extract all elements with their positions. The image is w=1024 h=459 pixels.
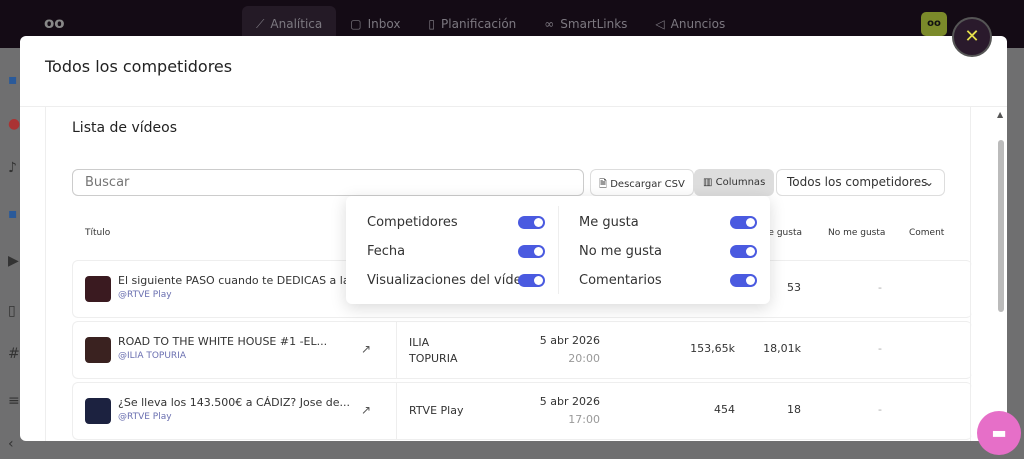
time-value: 20:00: [568, 352, 600, 365]
report-icon[interactable]: ▯: [8, 303, 16, 319]
header-title[interactable]: Título: [85, 228, 110, 238]
column-option-label: Visualizaciones del vídeo: [367, 273, 530, 288]
select-value: Todos los competidores: [787, 175, 928, 189]
video-user: @RTVE Play: [118, 290, 172, 300]
logo: oo: [44, 14, 65, 32]
likes-value: 18,01k: [763, 342, 801, 355]
hashtag-icon[interactable]: #: [8, 346, 20, 362]
dislikes-value: -: [878, 342, 882, 355]
search-input[interactable]: [72, 169, 584, 196]
competitor-name: ILIA TOPURIA: [409, 336, 458, 365]
table-row[interactable]: ROAD TO THE WHITE HOUSE #1 -EL... @ILIA …: [72, 321, 972, 379]
megaphone-icon: ◁: [655, 17, 665, 31]
video-title: ¿Se lleva los 143.500€ a CÁDIZ? Jose de.…: [118, 396, 350, 409]
dislikes-value: -: [878, 281, 882, 294]
toggle-competidores[interactable]: [518, 216, 545, 229]
collapse-icon[interactable]: ‹: [8, 436, 14, 452]
chat-bubble-icon: ▬: [991, 423, 1007, 442]
video-thumbnail: [85, 398, 111, 424]
nav-label: Inbox: [367, 17, 401, 31]
video-user: @ILIA TOPURIA: [118, 351, 187, 361]
column-option-label: Comentarios: [579, 273, 662, 288]
modal-title: Todos los competidores: [45, 57, 233, 76]
card-title: Lista de vídeos: [72, 120, 177, 136]
columns-button[interactable]: ▥ Columnas: [694, 169, 775, 196]
likes-value: 18: [787, 403, 801, 416]
views-value: 153,65k: [690, 342, 735, 355]
video-thumbnail: [85, 276, 111, 302]
linkedin-icon[interactable]: ▪: [8, 72, 18, 88]
video-user: @RTVE Play: [118, 412, 172, 422]
header-comments[interactable]: Coment: [909, 228, 944, 238]
chat-support-button[interactable]: ▬: [977, 411, 1021, 455]
button-label: Columnas: [715, 177, 766, 188]
nav-label: Anuncios: [670, 17, 726, 31]
calendar-icon: ▯: [428, 17, 436, 31]
likes-value: 53: [787, 281, 801, 294]
toggle-fecha[interactable]: [518, 245, 545, 258]
toggle-no-me-gusta[interactable]: [730, 245, 757, 258]
video-title: El siguiente PASO cuando te DEDICAS a la…: [118, 274, 361, 287]
pinterest-icon[interactable]: ●: [8, 116, 20, 132]
sidebar: ▪ ● ♪ ▪ ▶ ▯ # ≡ ‹: [0, 48, 20, 459]
divider: [396, 383, 397, 439]
chat-icon: ▢: [350, 17, 362, 31]
time-value: 17:00: [568, 413, 600, 426]
chevron-down-icon: ⌄: [923, 175, 934, 189]
column-option-label: Fecha: [367, 244, 406, 259]
table-row[interactable]: ¿Se lleva los 143.500€ a CÁDIZ? Jose de.…: [72, 382, 972, 440]
date-value: 5 abr 2026: [539, 395, 600, 408]
avatar[interactable]: oo: [921, 12, 947, 36]
column-option-label: No me gusta: [579, 244, 662, 259]
header-dislikes[interactable]: No me gusta: [828, 228, 885, 238]
chart-line-icon: ⟋: [256, 17, 265, 31]
youtube-icon[interactable]: ▶: [8, 253, 19, 269]
divider: [558, 206, 559, 294]
views-value: 454: [714, 403, 735, 416]
grid-icon[interactable]: ▪: [8, 206, 18, 222]
download-csv-button[interactable]: 🗎 Descargar CSV: [590, 169, 694, 196]
tiktok-icon[interactable]: ♪: [8, 160, 17, 176]
column-option-label: Competidores: [367, 215, 458, 230]
scrollbar[interactable]: [998, 140, 1004, 312]
video-thumbnail: [85, 337, 111, 363]
external-link-icon[interactable]: ↗: [361, 403, 371, 417]
column-option-label: Me gusta: [579, 215, 639, 230]
close-modal-button[interactable]: ✕: [952, 17, 992, 57]
settings-icon[interactable]: ≡: [8, 393, 20, 409]
nav-label: SmartLinks: [560, 17, 628, 31]
competitor-filter-select[interactable]: Todos los competidores ⌄: [776, 169, 945, 196]
divider: [396, 322, 397, 378]
toggle-me-gusta[interactable]: [730, 216, 757, 229]
competitor-name: RTVE Play: [409, 404, 464, 417]
nav-label: Planificación: [441, 17, 517, 31]
columns-icon: ▥: [703, 177, 716, 188]
dislikes-value: -: [878, 403, 882, 416]
scroll-up-arrow-icon[interactable]: ▲: [997, 110, 1003, 119]
external-link-icon[interactable]: ↗: [361, 342, 371, 356]
file-icon: 🗎: [599, 179, 611, 190]
columns-popup: Competidores Fecha Visualizaciones del v…: [346, 196, 770, 304]
date-value: 5 abr 2026: [539, 334, 600, 347]
toggle-comentarios[interactable]: [730, 274, 757, 287]
link-icon: ∞: [544, 17, 555, 31]
video-title: ROAD TO THE WHITE HOUSE #1 -EL...: [118, 335, 328, 348]
competitors-modal: Todos los competidores Lista de vídeos 🗎…: [20, 36, 1007, 441]
nav-label: Analítica: [270, 17, 323, 31]
button-label: Descargar CSV: [610, 179, 685, 190]
toggle-visualizaciones[interactable]: [518, 274, 545, 287]
